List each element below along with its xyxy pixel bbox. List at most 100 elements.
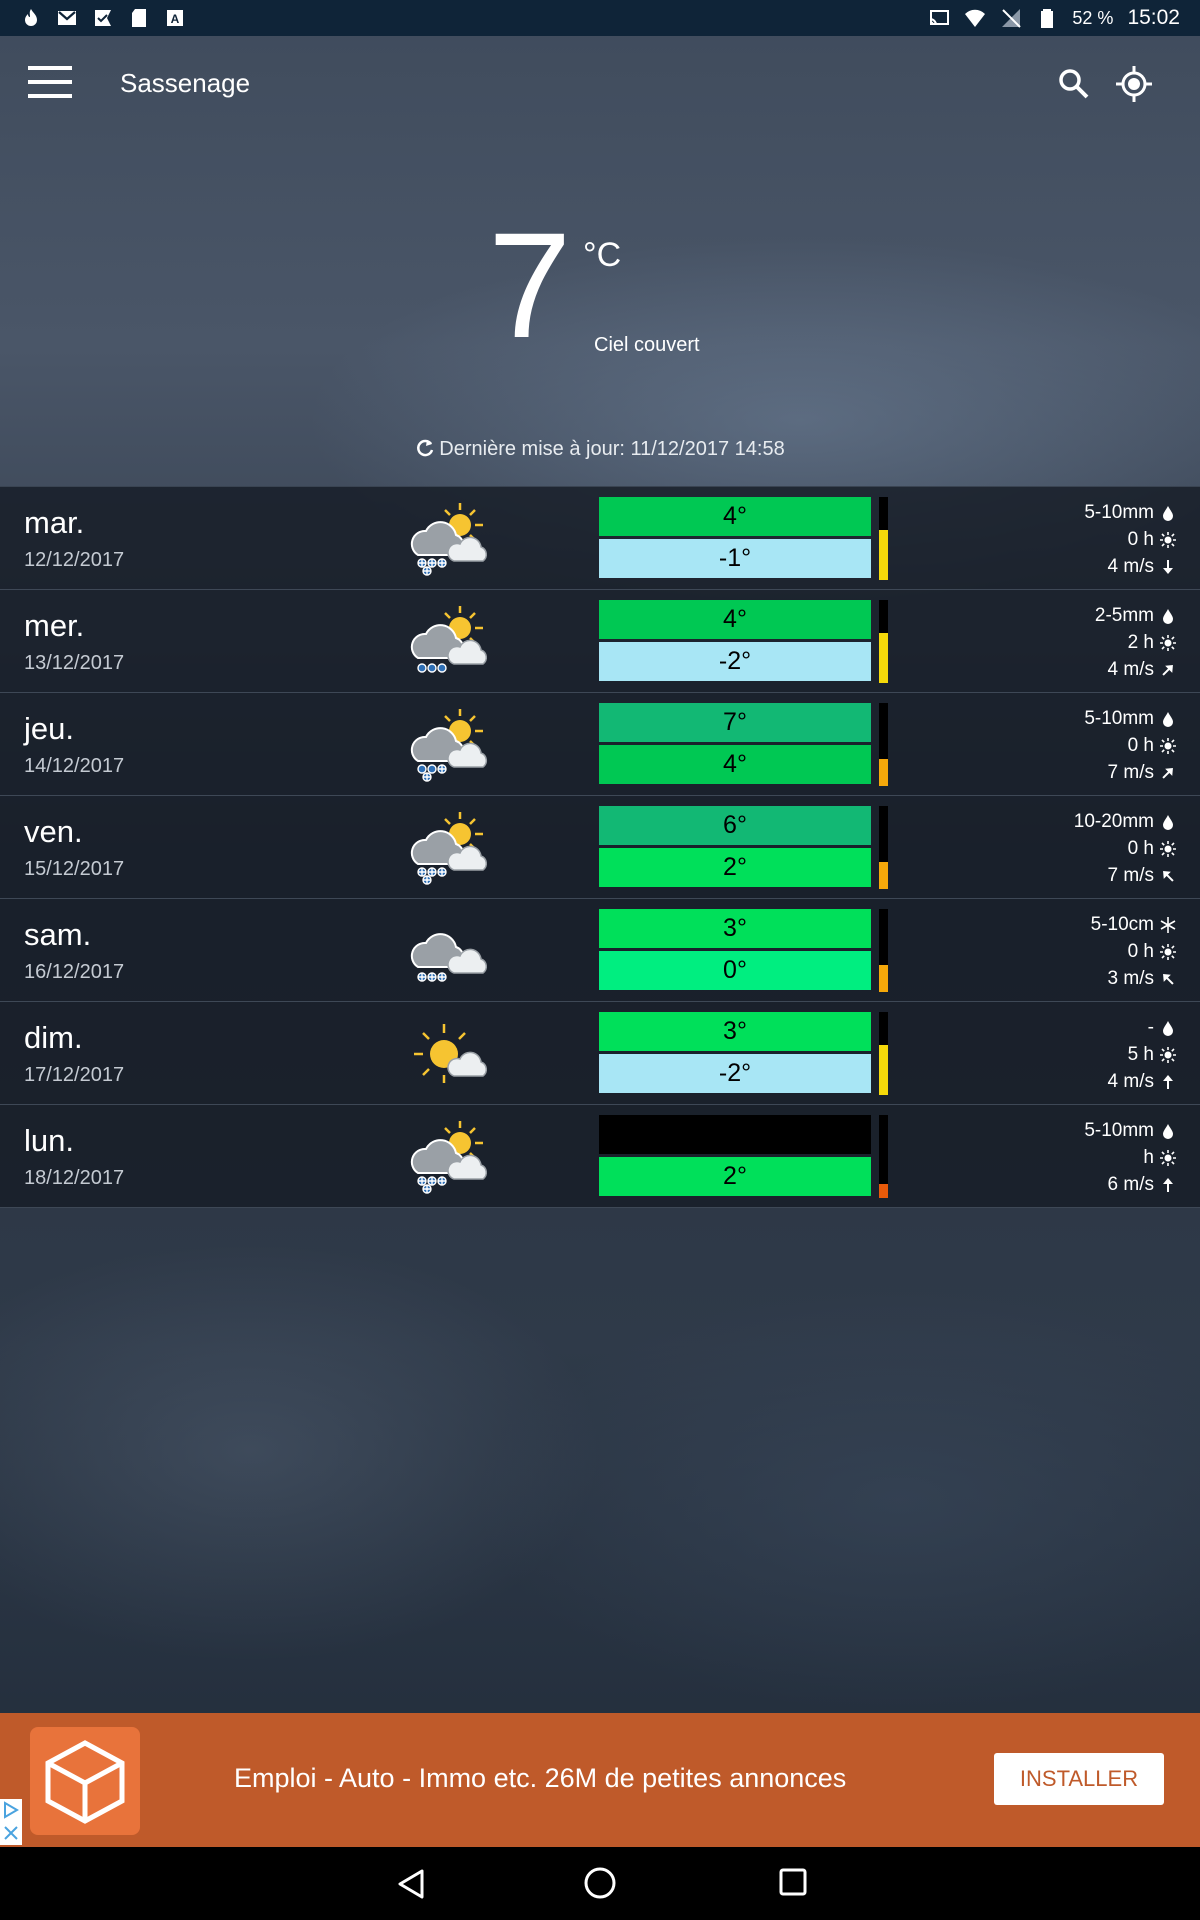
app-bar: Sassenage bbox=[0, 36, 1200, 132]
sun-cloud-snow-icon bbox=[410, 503, 487, 576]
sunshine-value: 5 h bbox=[1127, 1043, 1154, 1065]
forecast-stats: - 5 h 4 m/s bbox=[1108, 1014, 1176, 1095]
low-temperature: 2° bbox=[599, 1157, 871, 1196]
task-notification-icon bbox=[95, 10, 111, 26]
cloud-snow-icon bbox=[410, 933, 487, 982]
sun-icon bbox=[1160, 737, 1176, 754]
temperature-level-bar bbox=[879, 1115, 888, 1198]
forecast-date: 13/12/2017 bbox=[24, 652, 125, 674]
wind-value: 4 m/s bbox=[1107, 658, 1154, 680]
wind-value: 3 m/s bbox=[1107, 967, 1154, 989]
forecast-row[interactable]: ven. 15/12/2017 6° 2° 10-20mm 0 h 7 m/s bbox=[0, 796, 1200, 899]
low-temperature: -1° bbox=[599, 539, 871, 578]
forecast-row[interactable]: sam. 16/12/2017 3° 0° 5-10cm 0 h 3 m/s bbox=[0, 899, 1200, 1002]
home-icon[interactable] bbox=[582, 1865, 618, 1901]
drop-icon bbox=[1163, 711, 1173, 727]
temperature-range: 3° -2° bbox=[599, 1012, 871, 1095]
precipitation-value: 5-10mm bbox=[1084, 501, 1154, 523]
last-updated[interactable]: Dernière mise à jour: 11/12/2017 14:58 bbox=[0, 438, 1200, 461]
current-temperature: 7 bbox=[488, 201, 572, 369]
forecast-day: ven. bbox=[24, 814, 83, 849]
temperature-range: 6° 2° bbox=[599, 806, 871, 889]
sun-cloud-rain-snow-icon bbox=[410, 709, 487, 782]
precipitation-value: 5-10cm bbox=[1090, 913, 1154, 935]
sunshine-value: 0 h bbox=[1127, 528, 1154, 550]
svg-text:A: A bbox=[171, 12, 180, 26]
temperature-level-bar bbox=[879, 806, 888, 889]
forecast-date: 15/12/2017 bbox=[24, 858, 125, 880]
status-bar: A 52 % 15:02 bbox=[0, 0, 1200, 36]
sun-cloud-snow-icon bbox=[410, 1121, 487, 1194]
install-button[interactable]: INSTALLER bbox=[994, 1753, 1164, 1805]
sun-icon bbox=[1160, 943, 1176, 960]
flame-notification-icon bbox=[25, 9, 37, 26]
sunshine-value: 2 h bbox=[1127, 631, 1154, 653]
navigation-bar bbox=[0, 1847, 1200, 1920]
precipitation-value: 2-5mm bbox=[1094, 604, 1154, 626]
sun-cloud-icon bbox=[414, 1024, 487, 1083]
search-icon[interactable] bbox=[1054, 64, 1094, 104]
forecast-date: 16/12/2017 bbox=[24, 961, 125, 983]
forecast-row[interactable]: dim. 17/12/2017 3° -2° - 5 h 4 m/s bbox=[0, 1002, 1200, 1105]
no-signal-icon bbox=[1002, 9, 1022, 28]
adchoices-icon[interactable] bbox=[0, 1799, 22, 1845]
sunshine-value: 0 h bbox=[1127, 940, 1154, 962]
sunshine-value: h bbox=[1143, 1146, 1154, 1168]
forecast-date: 14/12/2017 bbox=[24, 755, 125, 777]
drop-icon bbox=[1163, 814, 1173, 830]
cast-icon bbox=[930, 10, 950, 26]
sd-card-icon bbox=[132, 9, 146, 27]
ad-app-logo[interactable] bbox=[30, 1727, 140, 1835]
temperature-level-fill bbox=[879, 633, 888, 683]
ad-banner[interactable]: Emploi - Auto - Immo etc. 26M de petites… bbox=[0, 1713, 1200, 1847]
temperature-level-bar bbox=[879, 703, 888, 786]
temperature-range: 7° 4° bbox=[599, 703, 871, 786]
forecast-stats: 5-10cm 0 h 3 m/s bbox=[1091, 911, 1176, 992]
temperature-level-bar bbox=[879, 1012, 888, 1095]
sun-icon bbox=[1160, 840, 1176, 857]
forecast-row[interactable]: lun. 18/12/2017 2° 5-10mm h 6 m/s bbox=[0, 1105, 1200, 1208]
temperature-level-fill bbox=[879, 964, 888, 992]
back-icon[interactable] bbox=[394, 1867, 428, 1901]
forecast-row[interactable]: mer. 13/12/2017 4° -2° 2-5mm 2 h 4 m/s bbox=[0, 590, 1200, 693]
drop-icon bbox=[1163, 608, 1173, 624]
forecast-stats: 5-10mm 0 h 7 m/s bbox=[1084, 705, 1176, 786]
forecast-date: 18/12/2017 bbox=[24, 1167, 125, 1189]
last-updated-text: Dernière mise à jour: 11/12/2017 14:58 bbox=[439, 438, 785, 460]
hamburger-icon bbox=[28, 66, 72, 70]
menu-button[interactable] bbox=[28, 66, 78, 102]
precipitation-value: - bbox=[1147, 1016, 1154, 1038]
high-temperature bbox=[599, 1115, 871, 1154]
forecast-date: 17/12/2017 bbox=[24, 1064, 125, 1086]
snowflake-icon bbox=[1160, 916, 1176, 933]
forecast-day: dim. bbox=[24, 1020, 83, 1055]
sun-cloud-rain-icon bbox=[410, 606, 487, 673]
battery-percent: 52 % bbox=[1072, 7, 1114, 28]
precipitation-value: 5-10mm bbox=[1084, 707, 1154, 729]
temperature-level-bar bbox=[879, 909, 888, 992]
temperature-range: 2° bbox=[599, 1115, 871, 1198]
wind-arrow-icon bbox=[1163, 1074, 1173, 1089]
temperature-level-fill bbox=[879, 1045, 888, 1095]
low-temperature: -2° bbox=[599, 1054, 871, 1093]
ad-text[interactable]: Emploi - Auto - Immo etc. 26M de petites… bbox=[234, 1763, 846, 1794]
forecast-day: sam. bbox=[24, 917, 92, 952]
recent-apps-icon[interactable] bbox=[778, 1867, 808, 1897]
box-icon bbox=[45, 1740, 125, 1824]
drop-icon bbox=[1163, 505, 1173, 521]
wind-arrow-icon bbox=[1163, 1177, 1173, 1192]
forecast-stats: 5-10mm h 6 m/s bbox=[1084, 1117, 1176, 1198]
forecast-row[interactable]: mar. 12/12/2017 4° -1° 5-10mm 0 h 4 m/s bbox=[0, 487, 1200, 590]
sun-icon bbox=[1160, 634, 1176, 651]
forecast-row[interactable]: jeu. 14/12/2017 7° 4° 5-10mm 0 h 7 m/s bbox=[0, 693, 1200, 796]
temperature-range: 3° 0° bbox=[599, 909, 871, 992]
sun-icon bbox=[1160, 1046, 1176, 1063]
wind-arrow-icon bbox=[1162, 664, 1173, 676]
battery-icon bbox=[1041, 9, 1054, 28]
temperature-range: 4° -1° bbox=[599, 497, 871, 580]
temperature-level-fill bbox=[879, 530, 888, 580]
forecast-stats: 10-20mm 0 h 7 m/s bbox=[1074, 808, 1176, 889]
refresh-icon[interactable] bbox=[415, 438, 435, 458]
forecast-day: mar. bbox=[24, 505, 85, 540]
my-location-icon[interactable] bbox=[1112, 62, 1156, 106]
